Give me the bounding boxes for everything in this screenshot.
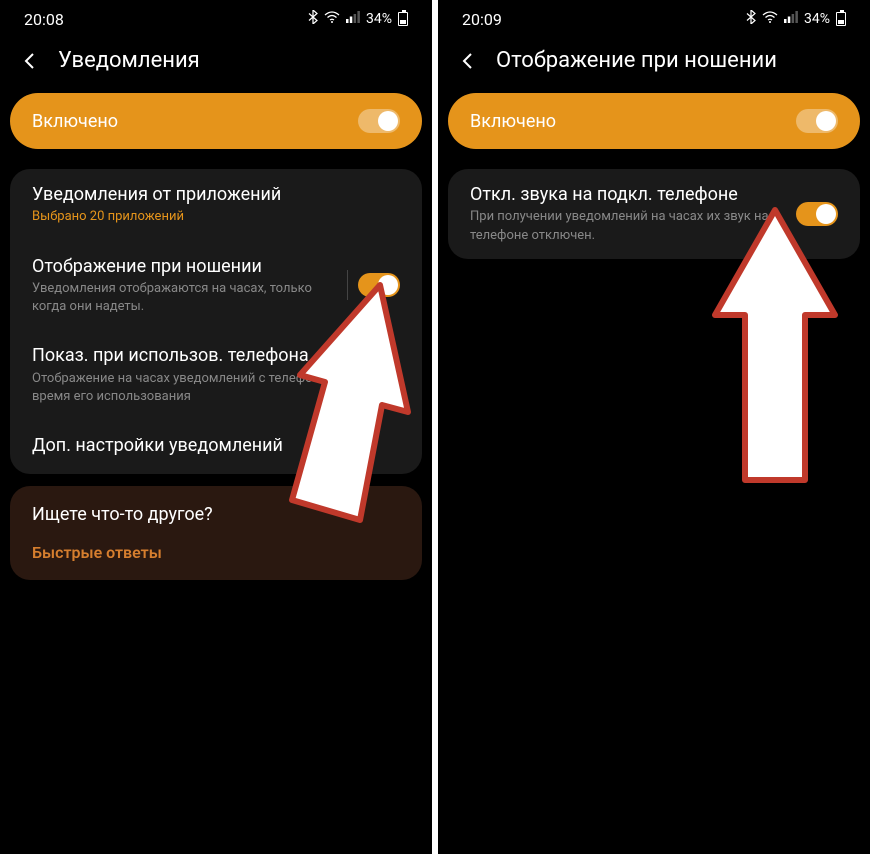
setting-text: Доп. настройки уведомлений: [32, 434, 400, 459]
toggle-divider: [347, 270, 348, 300]
toggle-knob: [816, 111, 836, 131]
setting-text: Откл. звука на подкл. телефоне При получ…: [470, 183, 796, 245]
setting-text: Отображение при ношении Уведомления отоб…: [32, 255, 347, 317]
toggle-wrap: [796, 202, 838, 226]
content-area: Включено Откл. звука на подкл. телефоне …: [438, 93, 870, 259]
setting-mute-phone[interactable]: Откл. звука на подкл. телефоне При получ…: [448, 169, 860, 259]
toggle-knob: [816, 204, 836, 224]
looking-for-card: Ищете что-то другое? Быстрые ответы: [10, 486, 422, 580]
setting-advanced-notifications[interactable]: Доп. настройки уведомлений: [10, 420, 422, 473]
setting-show-while-wearing[interactable]: Отображение при ношении Уведомления отоб…: [10, 241, 422, 331]
status-icons: 34%: [746, 10, 846, 28]
master-toggle-bar[interactable]: Включено: [10, 93, 422, 149]
back-button[interactable]: [456, 49, 480, 73]
master-toggle-bar[interactable]: Включено: [448, 93, 860, 149]
setting-toggle[interactable]: [796, 202, 838, 226]
bluetooth-icon: [746, 10, 756, 28]
battery-icon: [398, 12, 408, 26]
toggle-wrap: [347, 360, 400, 390]
setting-subtitle: При получении уведомлений на часах их зв…: [470, 208, 796, 244]
toggle-knob: [378, 365, 398, 385]
page-header: Отображение при ношении: [438, 34, 870, 93]
setting-subtitle: Уведомления отображаются на часах, тольк…: [32, 280, 347, 316]
master-toggle-label: Включено: [470, 111, 556, 132]
battery-icon: [836, 12, 846, 26]
bluetooth-icon: [308, 10, 318, 28]
toggle-divider: [347, 360, 348, 390]
setting-text: Уведомления от приложений Выбрано 20 при…: [32, 183, 400, 227]
setting-subtitle: Отображение на часах уведомлений с телеф…: [32, 370, 347, 406]
toggle-knob: [378, 111, 398, 131]
quick-replies-link[interactable]: Быстрые ответы: [32, 543, 400, 562]
master-toggle[interactable]: [796, 109, 838, 133]
master-toggle-label: Включено: [32, 111, 118, 132]
settings-card: Уведомления от приложений Выбрано 20 при…: [10, 169, 422, 474]
content-area: Включено Уведомления от приложений Выбра…: [0, 93, 432, 580]
setting-toggle[interactable]: [358, 363, 400, 387]
toggle-wrap: [347, 270, 400, 300]
status-icons: 34%: [308, 10, 408, 28]
setting-title: Показ. при использов. телефона: [32, 344, 347, 367]
signal-icon: [784, 11, 798, 27]
wifi-icon: [324, 11, 340, 27]
back-button[interactable]: [18, 49, 42, 73]
setting-title: Уведомления от приложений: [32, 183, 400, 206]
settings-card: Откл. звука на подкл. телефоне При получ…: [448, 169, 860, 259]
status-time: 20:09: [462, 10, 502, 29]
setting-title: Доп. настройки уведомлений: [32, 434, 400, 457]
setting-title: Откл. звука на подкл. телефоне: [470, 183, 796, 206]
setting-toggle[interactable]: [358, 273, 400, 297]
page-title: Уведомления: [58, 48, 200, 73]
status-bar: 20:09 34%: [438, 0, 870, 34]
battery-percent: 34%: [804, 11, 830, 27]
wifi-icon: [762, 11, 778, 27]
battery-percent: 34%: [366, 11, 392, 27]
phone-left: 20:08 34% Уведомления Включено: [0, 0, 432, 854]
looking-for-title: Ищете что-то другое?: [32, 504, 400, 525]
status-time: 20:08: [24, 10, 64, 29]
setting-title: Отображение при ношении: [32, 255, 347, 278]
master-toggle[interactable]: [358, 109, 400, 133]
page-title: Отображение при ношении: [496, 48, 777, 73]
toggle-knob: [378, 275, 398, 295]
phone-right: 20:09 34% Отображение при ношении Включе…: [438, 0, 870, 854]
signal-icon: [346, 11, 360, 27]
status-bar: 20:08 34%: [0, 0, 432, 34]
page-header: Уведомления: [0, 34, 432, 93]
setting-show-while-using-phone[interactable]: Показ. при использов. телефона Отображен…: [10, 330, 422, 420]
setting-text: Показ. при использов. телефона Отображен…: [32, 344, 347, 406]
setting-subtitle: Выбрано 20 приложений: [32, 208, 400, 226]
setting-app-notifications[interactable]: Уведомления от приложений Выбрано 20 при…: [10, 169, 422, 241]
